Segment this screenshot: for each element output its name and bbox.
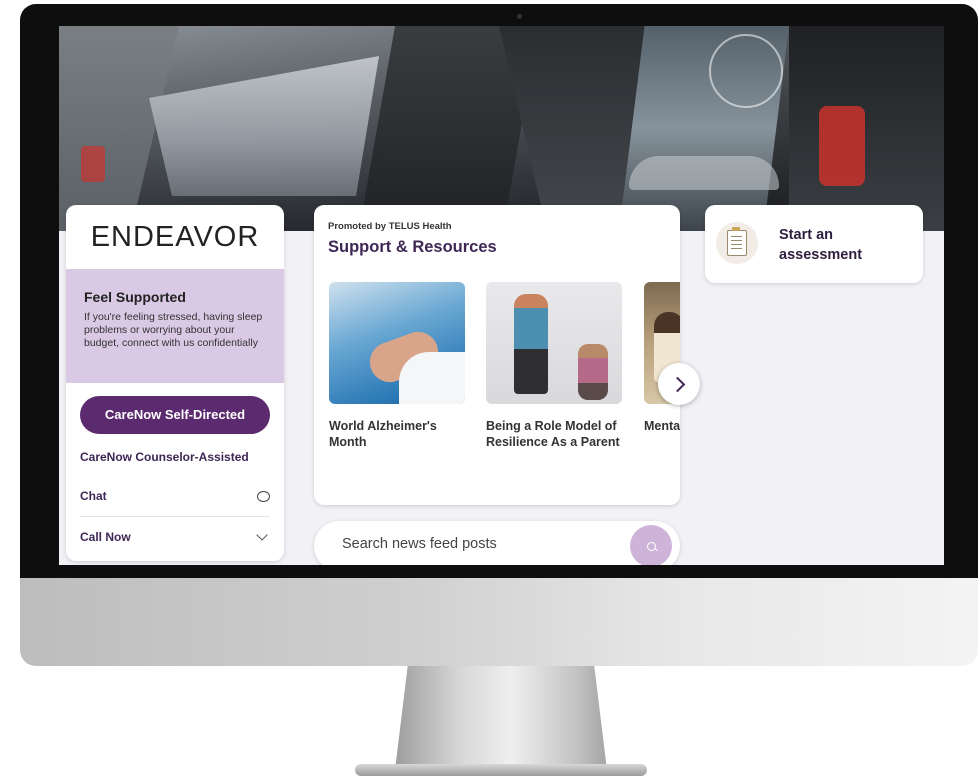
- resource-image: [329, 282, 465, 404]
- hero-collage-panel: [789, 26, 944, 231]
- image-detail: [399, 352, 465, 404]
- support-resources-card: Promoted by TELUS Health Support & Resou…: [314, 205, 680, 505]
- resource-tile[interactable]: Mental Health & Your Child: [644, 282, 680, 434]
- image-detail: [514, 294, 548, 394]
- search-button[interactable]: [630, 525, 672, 565]
- promo-title: Feel Supported: [84, 289, 186, 305]
- search-bar: [314, 521, 680, 565]
- promoted-by-label: Promoted by TELUS Health: [328, 221, 452, 232]
- image-detail: [578, 344, 608, 400]
- monitor-chin: [20, 578, 978, 666]
- hero-collage-panel: [149, 56, 379, 196]
- counselor-label: CareNow Counselor-Assisted: [80, 450, 249, 464]
- clipboard-glyph: [727, 227, 747, 256]
- chat-link[interactable]: Chat: [80, 476, 270, 517]
- chat-label: Chat: [80, 489, 107, 503]
- carenow-self-directed-button[interactable]: CareNow Self-Directed: [80, 396, 270, 434]
- call-now-link[interactable]: Call Now: [80, 517, 270, 557]
- hero-ferris-wheel: [709, 34, 783, 108]
- start-assessment-label: Start an assessment: [779, 227, 863, 263]
- search-input[interactable]: [340, 535, 604, 553]
- resource-tile[interactable]: Being a Role Model of Resilience As a Pa…: [486, 282, 622, 450]
- hero-stadium: [629, 156, 779, 190]
- call-now-label: Call Now: [80, 530, 131, 544]
- hero-athlete: [81, 146, 105, 182]
- carousel-next-button[interactable]: [658, 363, 700, 405]
- resource-title: Being a Role Model of Resilience As a Pa…: [486, 419, 620, 449]
- hero-banner-image: [59, 26, 944, 231]
- brand-logo: ENDEAVOR: [90, 220, 260, 253]
- monitor-stand-base: [355, 764, 647, 776]
- hero-athlete: [819, 106, 865, 186]
- chat-bubble-icon: [257, 490, 270, 502]
- resource-image: [486, 282, 622, 404]
- support-title: Support & Resources: [328, 238, 497, 256]
- chevron-right-icon: [669, 376, 685, 392]
- feel-supported-panel: Feel Supported If you're feeling stresse…: [66, 269, 284, 383]
- start-assessment-card[interactable]: Start an assessment: [705, 205, 923, 283]
- camera-dot: [517, 14, 522, 19]
- promo-text: If you're feeling stressed, having sleep…: [84, 311, 263, 349]
- screen: ENDEAVOR Feel Supported If you're feelin…: [59, 26, 944, 565]
- monitor-stand: [395, 666, 607, 770]
- carenow-counselor-assisted-link[interactable]: CareNow Counselor-Assisted: [80, 438, 270, 476]
- clipboard-icon: [716, 222, 758, 264]
- chevron-down-icon: [256, 529, 268, 541]
- resource-title: Mental Health & Your Child: [644, 419, 680, 433]
- search-icon: [646, 541, 656, 551]
- resource-tile[interactable]: World Alzheimer's Month: [329, 282, 465, 450]
- resource-title: World Alzheimer's Month: [329, 419, 437, 449]
- sidebar-card: ENDEAVOR Feel Supported If you're feelin…: [66, 205, 284, 561]
